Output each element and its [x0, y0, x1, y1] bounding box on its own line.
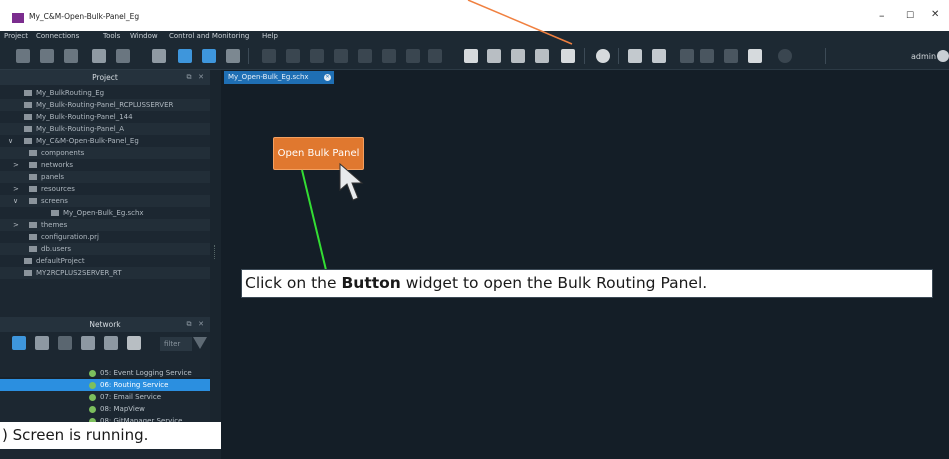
instruction-callout: Click on the Button widget to open the B…: [241, 269, 933, 298]
annotation-overlay: [301, 0, 573, 271]
pointer-arrow-line: [467, 0, 573, 45]
screen-running-callout: ) Screen is running.: [0, 422, 221, 449]
mouse-cursor-icon: [339, 162, 364, 201]
leader-line: [301, 169, 327, 271]
callout-prefix: Click on the: [245, 274, 342, 292]
callout-suffix: widget to open the Bulk Routing Panel.: [400, 274, 708, 292]
callout-bold: Button: [341, 274, 401, 292]
